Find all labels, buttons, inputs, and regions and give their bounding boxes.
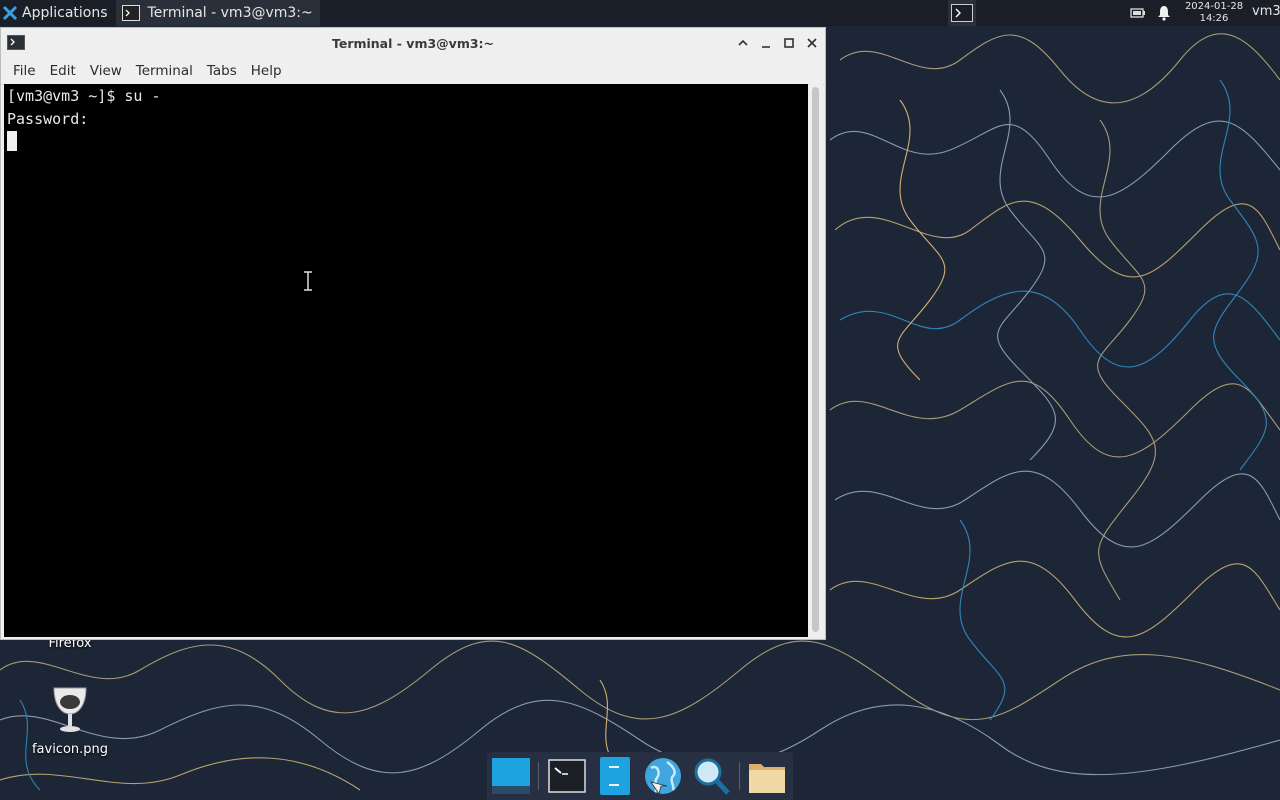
terminal-icon[interactable] (547, 756, 587, 796)
applications-menu-button[interactable]: Applications (0, 0, 112, 26)
terminal-output[interactable]: [vm3@vm3 ~]$ su - Password: (4, 84, 808, 637)
menu-terminal[interactable]: Terminal (129, 63, 200, 79)
show-desktop-icon[interactable] (491, 756, 531, 796)
window-titlebar[interactable]: Terminal - vm3@vm3:~ (1, 28, 825, 58)
minimize-icon (762, 46, 770, 48)
window-menubar: File Edit View Terminal Tabs Help (1, 58, 825, 85)
terminal-cursor-line (7, 131, 805, 154)
close-icon (807, 38, 817, 48)
menu-edit[interactable]: Edit (43, 63, 83, 79)
panel-clock[interactable]: 2024-01-28 14:26 (1184, 1, 1244, 25)
battery-icon[interactable] (1130, 5, 1146, 21)
user-menu[interactable]: vm3 (1252, 4, 1280, 19)
clock-time: 14:26 (1199, 13, 1229, 24)
window-title: Terminal - vm3@vm3:~ (331, 35, 495, 51)
top-panel: Applications Terminal - vm3@vm3:~ 2024-0… (0, 0, 1280, 26)
web-browser-icon[interactable] (643, 756, 683, 796)
taskbar-item-terminal[interactable]: Terminal - vm3@vm3:~ (115, 0, 320, 26)
taskbar-item-label: Terminal - vm3@vm3:~ (147, 5, 313, 21)
menu-file[interactable]: File (6, 63, 43, 79)
maximize-icon (784, 38, 794, 48)
window-shade-button[interactable] (735, 35, 751, 51)
terminal-scrollbar[interactable] (809, 84, 823, 637)
clock-date: 2024-01-28 (1184, 1, 1244, 12)
menu-help[interactable]: Help (244, 63, 289, 79)
terminal-icon (121, 5, 140, 21)
notification-bell-icon[interactable] (1157, 5, 1171, 21)
xfce-logo-icon (2, 5, 18, 21)
text-cursor (7, 131, 17, 151)
terminal-window: Terminal - vm3@vm3:~ File Edit View Term… (0, 27, 826, 640)
window-minimize-button[interactable] (758, 35, 774, 51)
desktop-icon-favicon-label[interactable]: favicon.png (25, 742, 115, 757)
chevron-up-icon (738, 39, 748, 46)
terminal-icon (951, 4, 973, 22)
home-folder-icon[interactable] (747, 756, 787, 796)
file-manager-icon[interactable] (595, 756, 635, 796)
applications-label: Applications (22, 5, 108, 21)
dock (487, 752, 793, 800)
dock-separator (538, 762, 539, 790)
dock-separator (739, 762, 740, 790)
terminal-line: Password: (7, 110, 89, 128)
scrollbar-thumb[interactable] (812, 87, 819, 632)
terminal-line: [vm3@vm3 ~]$ su - (7, 87, 161, 105)
favicon-image-icon[interactable] (50, 684, 90, 736)
window-close-button[interactable] (804, 35, 820, 51)
workspace-switcher[interactable] (948, 0, 976, 26)
menu-tabs[interactable]: Tabs (200, 63, 244, 79)
app-finder-icon[interactable] (691, 756, 731, 796)
window-maximize-button[interactable] (781, 35, 797, 51)
ibeam-cursor-icon (304, 271, 312, 291)
menu-view[interactable]: View (83, 63, 129, 79)
